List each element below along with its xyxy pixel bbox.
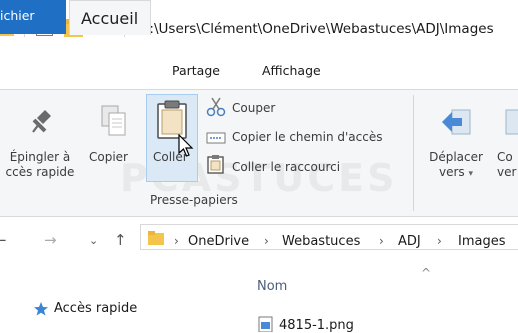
move-to-button[interactable]: Déplacer vers ▾ [424, 150, 488, 182]
pin-label-line1: Épingler à [9, 150, 71, 164]
clipboard-group-label: Presse-papiers [150, 193, 238, 207]
copy-path-button[interactable]: Copier le chemin d'accès [232, 130, 382, 144]
move-to-label-line1: Déplacer [429, 150, 483, 164]
breadcrumb-images[interactable]: Images [458, 234, 506, 249]
breadcrumb-chevron-icon[interactable]: › [264, 234, 269, 248]
nav-quick-access[interactable]: Accès rapide [54, 301, 137, 316]
breadcrumb-webastuces[interactable]: Webastuces [282, 234, 360, 249]
breadcrumb-adj[interactable]: ADJ [398, 234, 421, 249]
copy-to-button[interactable]: Co ver [497, 150, 518, 180]
copy-to-label-line1: Co [497, 150, 513, 164]
paste-shortcut-button[interactable]: Coller le raccourci [232, 160, 340, 174]
breadcrumb-chevron-icon[interactable]: › [379, 234, 384, 248]
recent-locations-icon[interactable]: ⌄ [89, 234, 98, 247]
breadcrumb-chevron-icon[interactable]: › [437, 234, 442, 248]
pin-icon [32, 110, 51, 133]
tab-share[interactable]: Partage [172, 63, 220, 78]
move-to-icon [442, 109, 471, 135]
file-item[interactable]: 4815-1.png [279, 318, 354, 333]
pin-label-line2: ccès rapide [5, 165, 75, 179]
sort-caret-icon: ^ [421, 266, 432, 280]
window-title-path: C:\Users\Clément\OneDrive\Webastuces\ADJ… [140, 21, 494, 37]
mouse-cursor-icon [178, 134, 194, 157]
ribbon-group-separator [413, 95, 414, 211]
copy-to-label-line2: ver [497, 165, 517, 179]
breadcrumb-chevron-icon[interactable]: › [174, 234, 179, 248]
tab-file[interactable]: ichier [0, 0, 66, 34]
tab-file-label: ichier [0, 8, 35, 23]
tab-view[interactable]: Affichage [262, 63, 321, 78]
move-to-label-line2: vers ▾ [438, 165, 474, 179]
folder-icon [148, 231, 164, 245]
paste-shortcut-icon [207, 155, 224, 174]
copy-icon [101, 105, 126, 136]
pin-quick-access-button[interactable]: Épingler à ccès rapide [0, 150, 80, 180]
cut-button[interactable]: Couper [232, 101, 275, 115]
copy-path-icon [206, 132, 226, 144]
copy-to-icon [505, 109, 518, 135]
scissors-icon [206, 97, 226, 117]
up-arrow-icon[interactable]: ↑ [114, 231, 127, 249]
tab-home-label: Accueil [81, 9, 139, 28]
image-file-icon [258, 316, 273, 332]
star-icon [34, 302, 48, 316]
back-arrow-icon[interactable]: ← [0, 231, 7, 249]
tab-home[interactable]: Accueil [69, 0, 151, 35]
breadcrumb-onedrive[interactable]: OneDrive [188, 234, 249, 249]
copy-button[interactable]: Copier [89, 150, 128, 165]
forward-arrow-icon[interactable]: → [44, 231, 57, 249]
column-header-name[interactable]: Nom [257, 279, 287, 294]
